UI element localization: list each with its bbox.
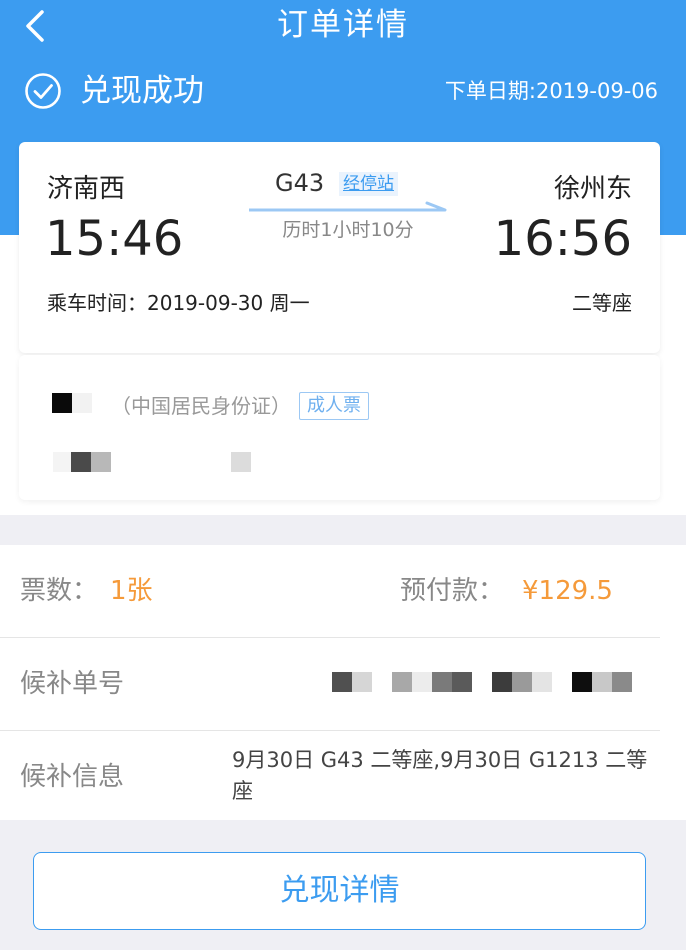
ticket-count-label: 票数： bbox=[20, 576, 99, 606]
stops-link[interactable]: 经停站 bbox=[339, 172, 398, 196]
waitlist-info-value: 9月30日 G43 二等座,9月30日 G1213 二等座 bbox=[232, 748, 648, 803]
page-title: 订单详情 bbox=[277, 7, 409, 43]
id-type: （中国居民身份证） bbox=[111, 394, 291, 418]
ticket-type-badge: 成人票 bbox=[299, 392, 369, 420]
order-date-value: 2019-09-06 bbox=[535, 79, 658, 103]
ride-time: 乘车时间：2019-09-30 周一 bbox=[47, 291, 310, 315]
order-date: 下单日期:2019-09-06 bbox=[445, 76, 658, 106]
ticket-count-value: 1张 bbox=[110, 576, 153, 606]
train-number: G43 bbox=[275, 169, 325, 197]
waitlist-number-row: 候补单号 bbox=[0, 638, 660, 730]
departure-station: 济南西 bbox=[47, 174, 126, 204]
order-details: 票数： 1张 预付款： ¥129.5 候补单号 候补信息 9月30日 G43 二… bbox=[0, 545, 686, 820]
arrival-station: 徐州东 bbox=[553, 174, 632, 204]
redacted-id-number bbox=[53, 452, 253, 472]
arrival-time: 16:56 bbox=[493, 211, 632, 267]
check-circle-icon bbox=[25, 73, 61, 109]
seat-class: 二等座 bbox=[572, 291, 632, 315]
trip-card: 济南西 15:46 G43 经停站 历时1小时10分 徐州东 16:56 乘车时… bbox=[19, 142, 660, 353]
arrow-right-icon bbox=[249, 201, 447, 212]
redeem-details-button[interactable]: 兑现详情 bbox=[33, 852, 646, 930]
prepay-label: 预付款： bbox=[400, 576, 505, 606]
order-date-label: 下单日期: bbox=[444, 79, 536, 103]
order-status: 兑现成功 bbox=[24, 70, 204, 112]
redacted-waitlist-number bbox=[332, 672, 632, 692]
departure-time: 15:46 bbox=[45, 211, 184, 267]
redacted-passenger-name bbox=[52, 393, 94, 413]
status-text: 兑现成功 bbox=[80, 73, 204, 109]
prepay-amount: ¥129.5 bbox=[522, 576, 613, 606]
passenger-card: （中国居民身份证） 成人票 bbox=[19, 355, 660, 500]
ticket-count-row: 票数： 1张 预付款： ¥129.5 bbox=[0, 545, 660, 637]
trip-duration: 历时1小时10分 bbox=[282, 219, 414, 241]
waitlist-info-label: 候补信息 bbox=[20, 762, 125, 792]
waitlist-number-label: 候补单号 bbox=[20, 669, 125, 699]
